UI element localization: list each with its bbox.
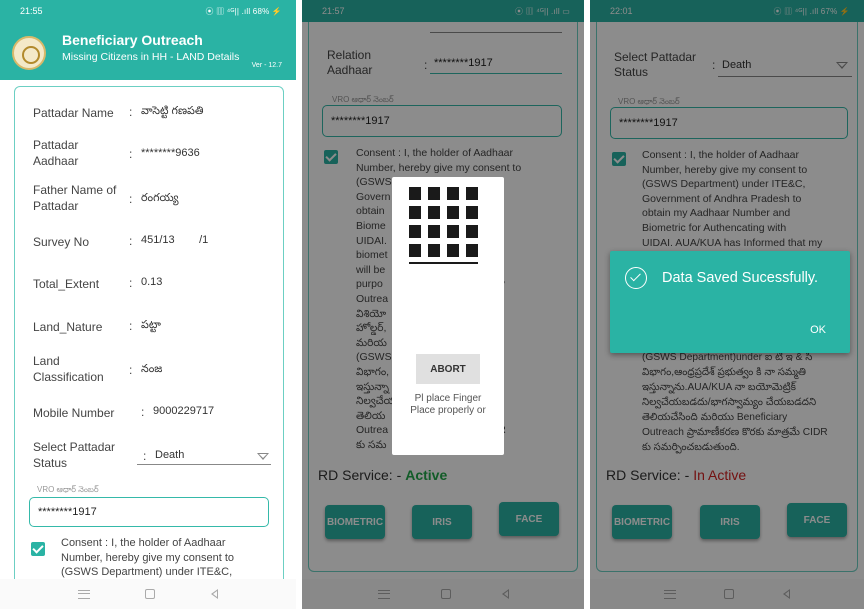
- field-label: Select Pattadar Status: [33, 440, 116, 470]
- menu-icon[interactable]: [377, 589, 390, 599]
- status-time: 22:01: [610, 6, 633, 16]
- field-colon: :: [129, 319, 133, 333]
- dropdown-arrow-icon[interactable]: [257, 453, 269, 460]
- field-value: 0.13: [141, 276, 163, 288]
- field-label: Pattadar Aadhaar: [33, 138, 79, 168]
- app-subtitle: Missing Citizens in HH - LAND Details: [62, 51, 240, 63]
- rd-service-state: Active: [405, 467, 448, 483]
- face-button[interactable]: FACE: [499, 502, 559, 536]
- home-icon[interactable]: [724, 589, 735, 599]
- rd-service-state: In Active: [693, 467, 747, 483]
- face-button[interactable]: FACE: [787, 503, 847, 537]
- menu-icon[interactable]: [77, 589, 90, 599]
- status-time: 21:55: [20, 6, 43, 16]
- field-label: Pattadar Name: [33, 106, 114, 120]
- field-value: ********9636: [141, 147, 200, 159]
- field-value: 451/13 /1: [141, 234, 209, 246]
- dialog-message-line-1: Pl place Finger: [414, 393, 482, 404]
- field-colon: :: [129, 234, 133, 248]
- rd-service-status: RD Service: - Active: [318, 467, 447, 483]
- vro-aadhaar-input[interactable]: ********1917: [610, 107, 848, 139]
- android-nav-bar: [590, 579, 864, 609]
- field-colon: :: [129, 363, 133, 377]
- consent-text-bottom: (GSWS Department)under ఐ టీ ఇ & సి విభాగ…: [642, 352, 828, 453]
- dropdown-arrow-icon[interactable]: [836, 62, 848, 69]
- field-colon: :: [141, 405, 145, 419]
- field-label: Father Name of Pattadar: [33, 183, 117, 213]
- back-icon[interactable]: [501, 589, 509, 599]
- vro-aadhaar-input[interactable]: ********1917: [322, 105, 562, 137]
- field-value: వాసెట్టి గణపతి: [141, 105, 204, 117]
- screen-land-details: 21:55 ⦿ ▥ ⁴ᴳ|| .ıll 68% ⚡ Beneficiary Ou…: [0, 0, 296, 609]
- iris-button[interactable]: IRIS: [700, 505, 760, 539]
- field-colon: :: [143, 449, 147, 463]
- relation-aadhaar-value[interactable]: ********1917: [434, 57, 493, 69]
- vro-aadhaar-label: VRO ఆధార్ నెంబర్: [37, 485, 99, 494]
- app-title: Beneficiary Outreach: [62, 32, 203, 48]
- consent-checkbox[interactable]: [612, 152, 626, 166]
- vro-aadhaar-input[interactable]: ********1917: [29, 497, 269, 527]
- android-nav-bar: [0, 579, 296, 609]
- rd-service-label: RD Service: -: [606, 467, 690, 483]
- field-value: 9000229717: [153, 405, 215, 417]
- data-saved-dialog: Data Saved Sucessfully. OK: [610, 251, 850, 353]
- home-icon[interactable]: [440, 589, 451, 599]
- status-icons: ⦿ ▥ ⁴ᴳ|| .ıll 68% ⚡: [205, 6, 282, 16]
- pattadar-status-label: Select Pattadar Status: [614, 50, 697, 79]
- iris-button[interactable]: IRIS: [412, 505, 472, 539]
- field-colon: :: [129, 192, 133, 206]
- status-icons: ⦿ ▥ ⁴ᴳ|| .ıll ▭: [514, 6, 570, 16]
- field-value: రంగయ్య: [141, 192, 179, 204]
- rd-service-status: RD Service: - In Active: [606, 467, 746, 483]
- menu-icon[interactable]: [664, 589, 677, 599]
- relation-aadhaar-label: Relation Aadhaar: [327, 48, 373, 77]
- field-label: Land_Nature: [33, 320, 103, 334]
- home-icon[interactable]: [145, 589, 156, 599]
- consent-checkbox[interactable]: [324, 150, 338, 164]
- status-bar: 21:55 ⦿ ▥ ⁴ᴳ|| .ıll 68% ⚡: [0, 0, 296, 22]
- dialog-message: Data Saved Sucessfully.: [662, 270, 819, 286]
- field-colon: :: [424, 58, 428, 72]
- abort-button[interactable]: ABORT: [416, 354, 480, 384]
- biometric-button[interactable]: BIOMETRIC: [325, 505, 385, 539]
- field-label: Land Classification: [33, 354, 104, 384]
- field-colon: :: [129, 105, 133, 119]
- back-icon[interactable]: [782, 589, 790, 599]
- check-circle-icon: [625, 267, 647, 289]
- status-bar: 22:01 ⦿ ▥ ⁴ᴳ|| .ıll 67% ⚡: [590, 0, 864, 22]
- fingerprint-capture-dialog: ABORT Pl place Finger Place properly or: [392, 177, 504, 455]
- fingerprint-scanner-icon: [409, 187, 478, 264]
- consent-text: Consent : I, the holder of Aadhaar Numbe…: [61, 537, 235, 578]
- status-bar: 21:57 ⦿ ▥ ⁴ᴳ|| .ıll ▭: [302, 0, 584, 22]
- rd-service-label: RD Service: -: [318, 467, 402, 483]
- field-value: పట్టా: [141, 319, 161, 331]
- app-version: Ver - 12.7: [251, 62, 282, 69]
- biometric-button[interactable]: BIOMETRIC: [612, 505, 672, 539]
- status-dropdown-value[interactable]: Death: [155, 449, 184, 461]
- status-icons: ⦿ ▥ ⁴ᴳ|| .ıll 67% ⚡: [773, 6, 850, 16]
- app-header: Beneficiary Outreach Missing Citizens in…: [0, 22, 296, 80]
- field-colon: :: [129, 276, 133, 290]
- status-dropdown-underline: [137, 464, 271, 465]
- relation-aadhaar-underline: [430, 73, 562, 74]
- dialog-message-line-2: Place properly or: [410, 405, 486, 416]
- details-card: Pattadar Name : వాసెట్టి గణపతి Pattadar …: [14, 86, 284, 586]
- status-time: 21:57: [322, 6, 345, 16]
- field-label: Mobile Number: [33, 406, 115, 420]
- android-nav-bar: [302, 579, 584, 609]
- field-colon: :: [712, 58, 716, 72]
- field-value: నంజ: [141, 363, 163, 375]
- status-dropdown-underline: [718, 76, 852, 77]
- back-icon[interactable]: [211, 589, 219, 599]
- ok-button[interactable]: OK: [810, 324, 826, 336]
- ap-emblem-logo: [12, 36, 46, 70]
- consent-text-top: Consent : I, the holder of Aadhaar Numbe…: [642, 149, 823, 249]
- consent-checkbox[interactable]: [31, 542, 45, 556]
- previous-field-underline: [430, 32, 562, 33]
- status-dropdown-value[interactable]: Death: [722, 59, 751, 71]
- field-label: Survey No: [33, 235, 90, 249]
- field-label: Total_Extent: [33, 277, 100, 291]
- field-colon: :: [129, 147, 133, 161]
